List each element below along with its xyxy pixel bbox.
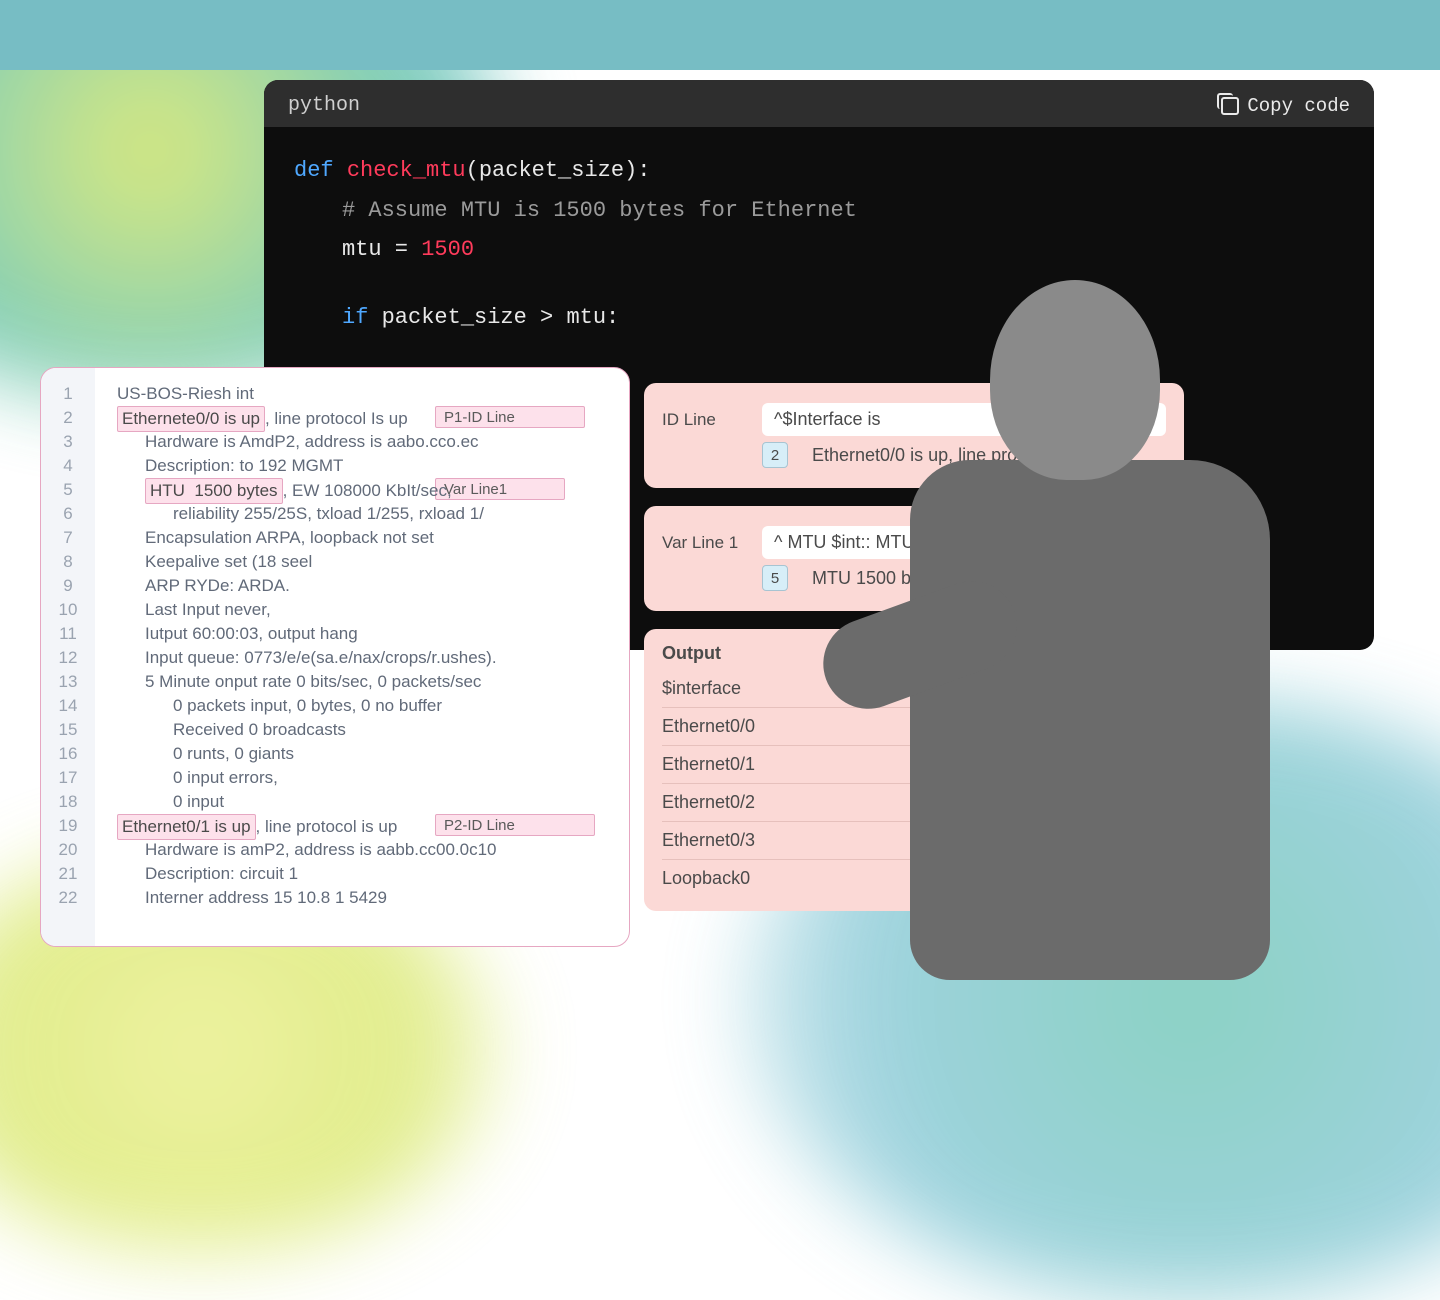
code-line: Last Input never,: [117, 598, 619, 622]
code-line: def check_mtu(packet_size):: [294, 151, 1344, 191]
output-row: Loopback0: [662, 860, 1166, 897]
code-line: reliability 255/25S, txload 1/255, rxloa…: [117, 502, 619, 526]
background-stripe: [0, 0, 1440, 70]
output-row: Ethernet0/1: [662, 746, 1166, 784]
func-args: (packet_size):: [466, 158, 651, 183]
code-line: Received 0 broadcasts: [117, 718, 619, 742]
output-row: Ethernet0/3: [662, 822, 1166, 860]
var-line-card: Var Line 1 ^ MTU $int:: MTU byte 5 MTU 1…: [644, 506, 1184, 611]
var-line-regex-field[interactable]: ^ MTU $int:: MTU byte: [762, 526, 1166, 559]
number-literal: 1500: [421, 237, 474, 262]
output-header: $interface: [662, 670, 1166, 708]
line-number: 15: [41, 718, 95, 742]
code-language-label: python: [288, 94, 360, 117]
output-card: Output $interfaceEthernet0/0Ethernet0/1E…: [644, 629, 1184, 911]
code-line: Ethernete0/0 is up, line protocol Is up: [117, 406, 619, 430]
line-text: , EW 108000 KbIt/sec,: [283, 481, 452, 500]
code-panel-header: python Copy code: [264, 80, 1374, 127]
line-number: 8: [41, 550, 95, 574]
clipboard-icon: [1221, 97, 1239, 115]
code-line: Encapsulation ARPA, loopback not set: [117, 526, 619, 550]
keyword-if: if: [342, 305, 368, 330]
code-line: 0 input: [117, 790, 619, 814]
line-number: 22: [41, 886, 95, 910]
code-lines-area: P1-ID Line Var Line1 P2-ID Line US-BOS-R…: [95, 368, 629, 946]
line-number: 13: [41, 670, 95, 694]
var-line-match-number: 5: [762, 565, 788, 591]
line-number: 1: [41, 382, 95, 406]
line-number-gutter: 12345678910111213141516171819202122: [41, 368, 95, 946]
line-number: 19: [41, 814, 95, 838]
code-line: 0 runts, 0 giants: [117, 742, 619, 766]
code-line: Hardware is amP2, address is aabb.cc00.0…: [117, 838, 619, 862]
code-line: ARP RYDe: ARDA.: [117, 574, 619, 598]
code-line: Iutput 60:00:03, output hang: [117, 622, 619, 646]
line-number: 10: [41, 598, 95, 622]
line-number: 2: [41, 406, 95, 430]
line-number: 7: [41, 526, 95, 550]
line-number: 3: [41, 430, 95, 454]
line-number: 5: [41, 478, 95, 502]
var-line-match-text: MTU 1500 byte: [812, 568, 935, 589]
code-line: Interner address 15 10.8 1 5429: [117, 886, 619, 910]
if-cond: packet_size > mtu:: [368, 305, 619, 330]
code-line: 5 Minute onput rate 0 bits/sec, 0 packet…: [117, 670, 619, 694]
output-row: Ethernet0/0: [662, 708, 1166, 746]
code-line: Hardware is AmdP2, address is aabo.cco.e…: [117, 430, 619, 454]
output-title: Output: [662, 643, 1166, 664]
code-line: US-BOS-Riesh int: [117, 382, 619, 406]
highlighted-text: HTU 1500 bytes: [145, 478, 283, 504]
assign-lhs: mtu =: [342, 237, 421, 262]
line-number: 12: [41, 646, 95, 670]
code-line: Description: circuit 1: [117, 862, 619, 886]
line-number: 21: [41, 862, 95, 886]
code-line: if packet_size > mtu:: [294, 298, 1344, 338]
line-text: , line protocol is up: [256, 817, 398, 836]
var-line-label: Var Line 1: [662, 533, 748, 553]
highlighted-text: Ethernete0/0 is up: [117, 406, 265, 432]
code-body: def check_mtu(packet_size): # Assume MTU…: [264, 127, 1374, 361]
output-list: $interfaceEthernet0/0Ethernet0/1Ethernet…: [662, 670, 1166, 897]
copy-code-label: Copy code: [1247, 95, 1350, 117]
line-number: 17: [41, 766, 95, 790]
output-row: Ethernet0/2: [662, 784, 1166, 822]
line-number: 6: [41, 502, 95, 526]
code-line: # Assume MTU is 1500 bytes for Ethernet: [294, 191, 1344, 231]
comment: # Assume MTU is 1500 bytes for Ethernet: [342, 198, 857, 223]
line-number: 11: [41, 622, 95, 646]
code-line: Ethernet0/1 is up, line protocol is up: [117, 814, 619, 838]
line-number: 14: [41, 694, 95, 718]
id-line-label: ID Line: [662, 410, 748, 430]
function-name: check_mtu: [347, 158, 466, 183]
id-line-card: ID Line ^$Interface is 2 Ethernet0/0 is …: [644, 383, 1184, 488]
code-blank-line: [294, 270, 1344, 298]
code-line: Keepalive set (18 seel: [117, 550, 619, 574]
line-number: 9: [41, 574, 95, 598]
copy-code-button[interactable]: Copy code: [1221, 95, 1350, 117]
line-number: 18: [41, 790, 95, 814]
line-text: , line protocol Is up: [265, 409, 408, 428]
id-line-regex-field[interactable]: ^$Interface is: [762, 403, 1166, 436]
right-info-stack: ID Line ^$Interface is 2 Ethernet0/0 is …: [644, 383, 1184, 911]
code-line: HTU 1500 bytes, EW 108000 KbIt/sec,: [117, 478, 619, 502]
line-number: 4: [41, 454, 95, 478]
code-line: 0 input errors,: [117, 766, 619, 790]
keyword-def: def: [294, 158, 334, 183]
code-line: 0 packets input, 0 bytes, 0 no buffer: [117, 694, 619, 718]
id-line-match-text: Ethernet0/0 is up, line protocol is up: [812, 445, 1098, 466]
code-line: mtu = 1500: [294, 230, 1344, 270]
line-number: 16: [41, 742, 95, 766]
left-code-editor-panel: 12345678910111213141516171819202122 P1-I…: [40, 367, 630, 947]
code-line: Description: to 192 MGMT: [117, 454, 619, 478]
line-number: 20: [41, 838, 95, 862]
id-line-match-number: 2: [762, 442, 788, 468]
highlighted-text: Ethernet0/1 is up: [117, 814, 256, 840]
code-line: Input queue: 0773/e/e(sa.e/nax/crops/r.u…: [117, 646, 619, 670]
